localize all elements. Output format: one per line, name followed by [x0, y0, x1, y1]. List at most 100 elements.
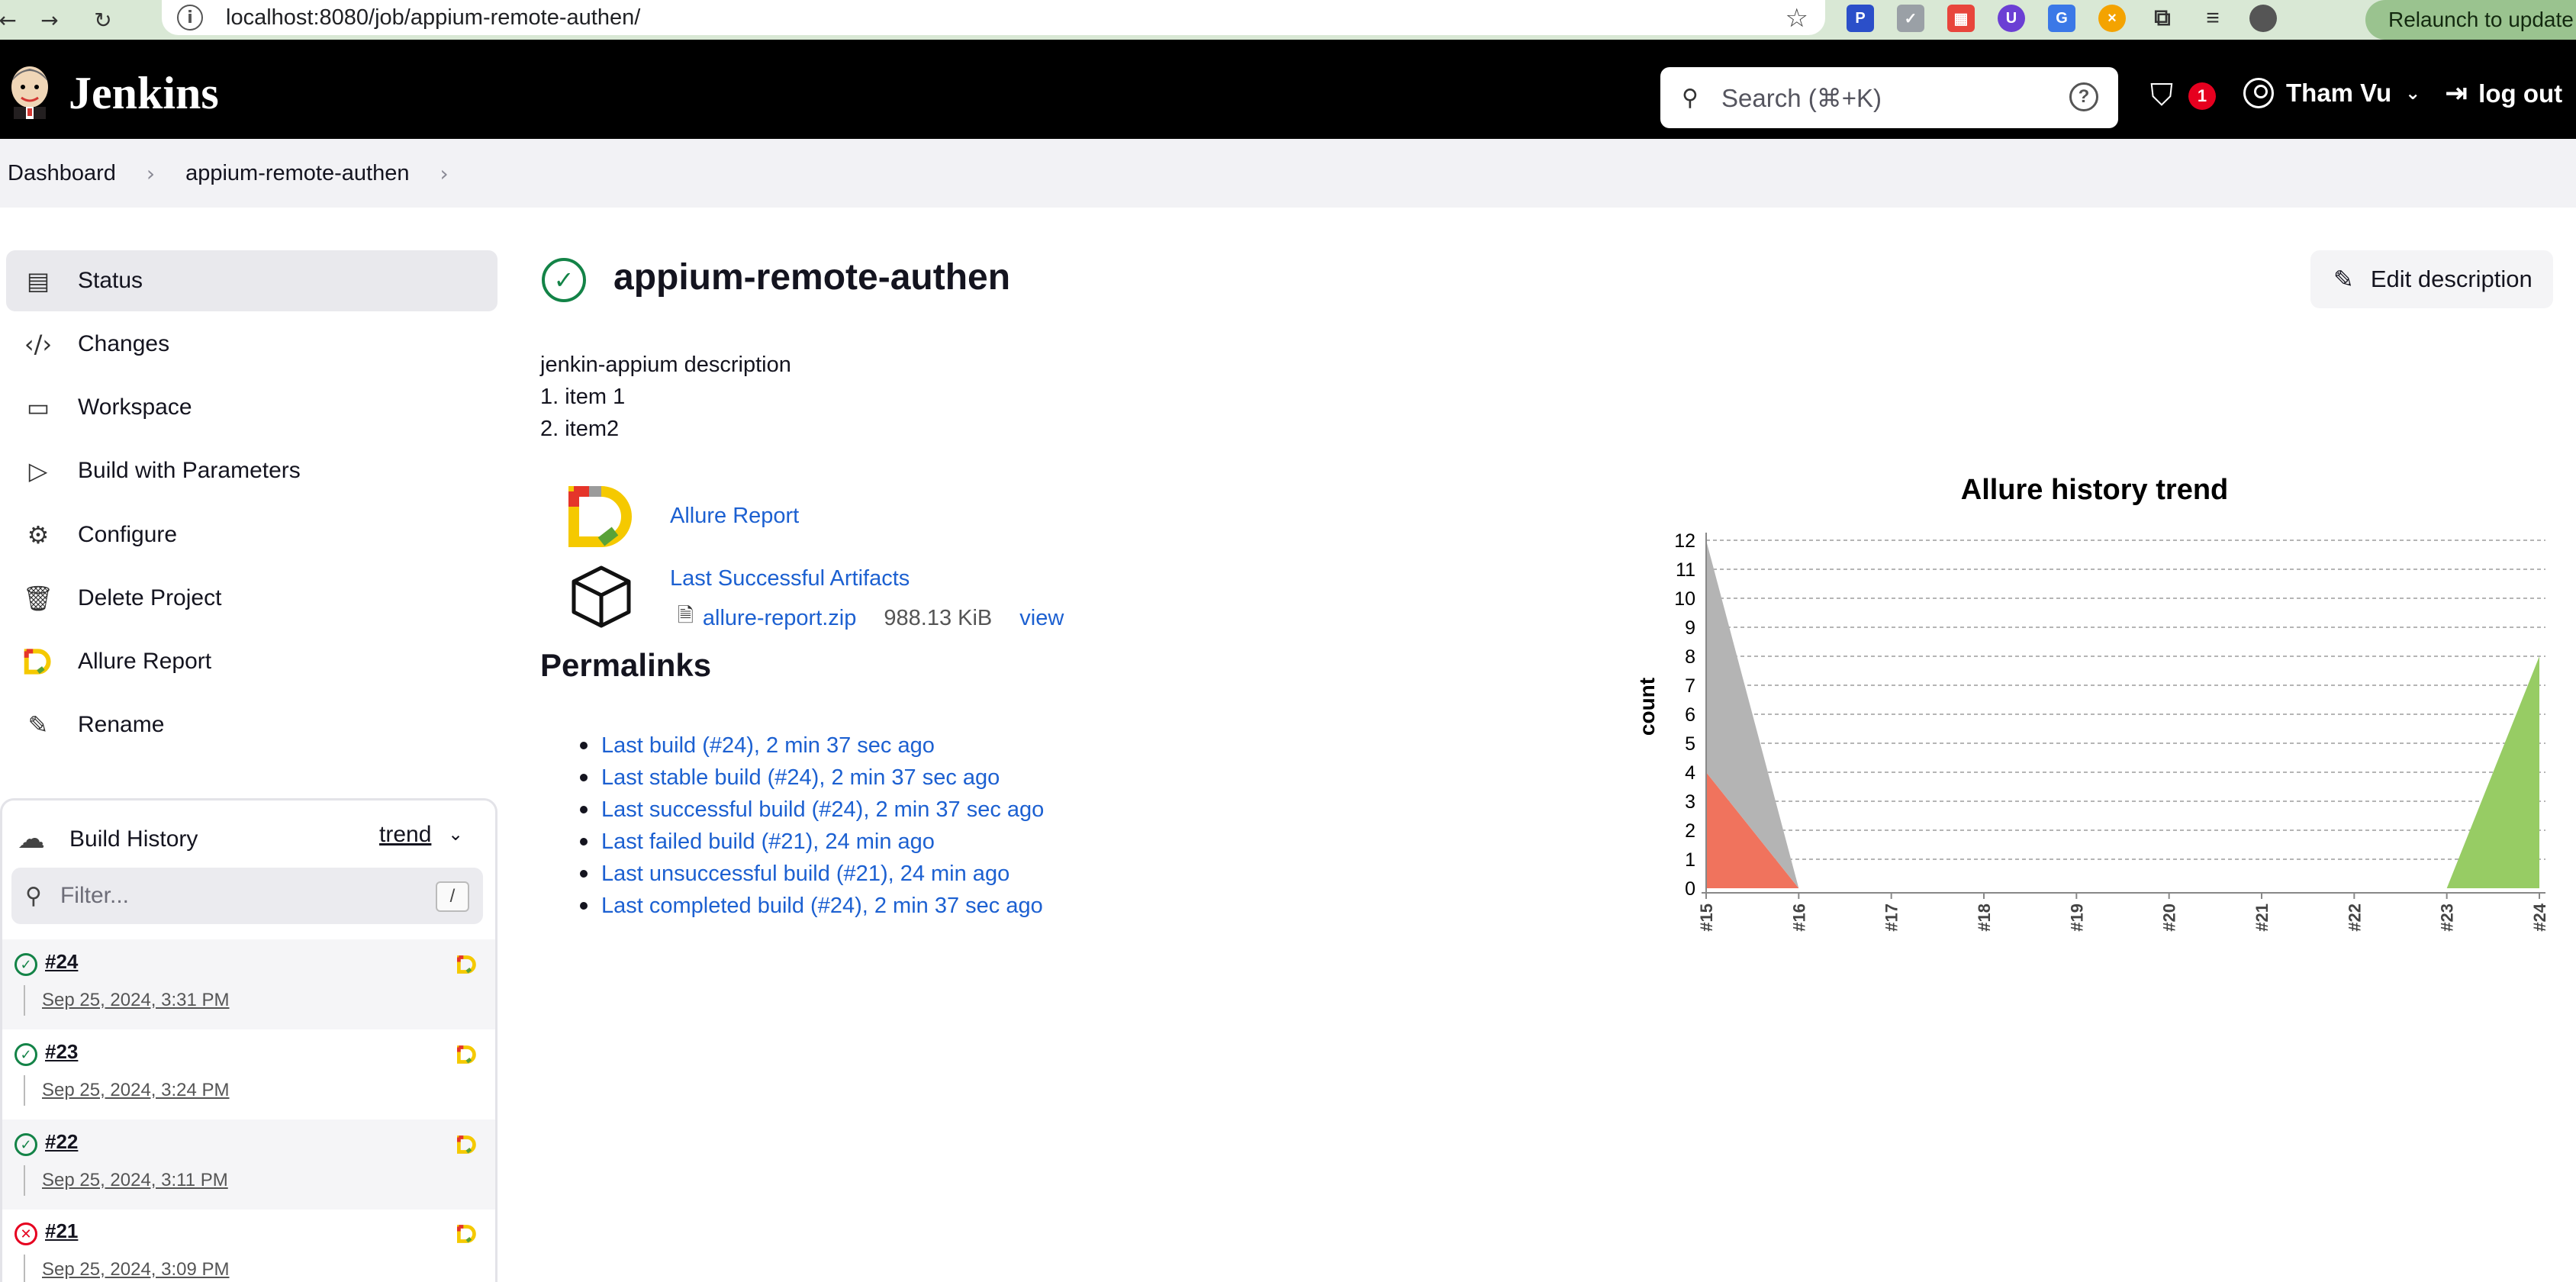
build-date-link[interactable]: Sep 25, 2024, 3:09 PM: [42, 1259, 230, 1280]
reading-list-icon[interactable]: ≡: [2199, 5, 2227, 32]
play-icon: ▷: [28, 456, 48, 485]
user-menu[interactable]: Tham Vu ⌄: [2243, 78, 2420, 108]
sidebar-item-rename[interactable]: ✎ Rename: [6, 694, 497, 755]
edit-description-button[interactable]: ✎ Edit description: [2310, 250, 2553, 308]
permalink-last-build[interactable]: Last build (#24), 2 min 37 sec ago: [601, 733, 935, 759]
extension-icon[interactable]: ×: [2098, 5, 2126, 32]
y-tick-label: 1: [1685, 849, 1695, 871]
allure-icon[interactable]: [457, 955, 477, 974]
sidebar-item-workspace[interactable]: ▭ Workspace: [6, 377, 497, 438]
browser-toolbar: ← → ↻ i localhost:8080/job/appium-remote…: [0, 0, 2576, 40]
sidebar-item-label: Build with Parameters: [78, 458, 301, 483]
build-date-link[interactable]: Sep 25, 2024, 3:24 PM: [42, 1080, 230, 1101]
permalink-last-stable-build[interactable]: Last stable build (#24), 2 min 37 sec ag…: [601, 765, 1000, 791]
y-tick-label: 11: [1676, 559, 1695, 581]
allure-icon[interactable]: [457, 1045, 477, 1065]
job-status-success-icon: ✓: [542, 258, 586, 302]
allure-icon[interactable]: [457, 1135, 477, 1155]
sidebar-item-build-with-parameters[interactable]: ▷ Build with Parameters: [6, 440, 497, 501]
success-check-icon: ✓: [14, 1043, 37, 1066]
help-icon[interactable]: ?: [2069, 82, 2098, 111]
sidebar-item-delete-project[interactable]: 🗑 Delete Project: [6, 568, 497, 629]
timeline-line: [24, 1165, 25, 1196]
extension-icon[interactable]: P: [1847, 5, 1874, 32]
x-tick-label: #20: [2160, 904, 2179, 932]
extension-icon[interactable]: U: [1998, 5, 2025, 32]
search-placeholder[interactable]: Search (⌘+K): [1721, 83, 1882, 113]
timeline-line: [24, 1075, 25, 1106]
jenkins-logo-icon[interactable]: [6, 64, 53, 119]
y-tick-label: 0: [1685, 878, 1695, 900]
chevron-down-icon[interactable]: ⌄: [2405, 82, 2420, 104]
artifact-file-link[interactable]: allure-report.zip: [703, 606, 856, 631]
allure-history-trend-chart[interactable]: Allure history trend count 0123456789101…: [1633, 464, 2564, 937]
failure-x-icon: ✕: [14, 1222, 37, 1245]
breadcrumb-job[interactable]: appium-remote-authen: [185, 161, 409, 186]
last-successful-artifacts-link[interactable]: Last Successful Artifacts: [670, 566, 910, 591]
list-item: Last failed build (#21), 24 min ago: [580, 826, 1044, 858]
url-text[interactable]: localhost:8080/job/appium-remote-authen/: [226, 5, 640, 31]
trend-link[interactable]: trend: [379, 822, 431, 848]
search-box[interactable]: ⚲ Search (⌘+K) ?: [1660, 67, 2118, 128]
build-number-link[interactable]: #24: [45, 950, 78, 974]
build-filter-input[interactable]: ⚲ Filter... /: [11, 868, 483, 924]
filter-placeholder[interactable]: Filter...: [60, 883, 129, 909]
puzzle-icon[interactable]: ⧉: [2149, 5, 2176, 32]
relaunch-button[interactable]: Relaunch to update: [2365, 0, 2576, 40]
y-tick-label: 10: [1674, 588, 1695, 610]
build-history-panel: ☁ Build History trend ⌄ ⚲ Filter... / ✓ …: [0, 798, 497, 1282]
user-icon: [2243, 78, 2274, 108]
breadcrumb-dashboard[interactable]: Dashboard: [8, 161, 116, 186]
build-number-link[interactable]: #23: [45, 1040, 78, 1064]
y-tick-label: 5: [1685, 733, 1695, 755]
back-icon[interactable]: ←: [0, 8, 23, 33]
logout-button[interactable]: ⇥ log out: [2445, 78, 2562, 109]
sidebar-item-configure[interactable]: ⚙ Configure: [6, 504, 497, 565]
search-icon: ⚲: [25, 882, 42, 910]
profile-avatar[interactable]: [2249, 5, 2277, 32]
reload-icon[interactable]: ↻: [76, 8, 130, 33]
build-row[interactable]: ✓ #24 Sep 25, 2024, 3:31 PM: [2, 939, 495, 1029]
bookmark-star-icon[interactable]: ☆: [1785, 3, 1808, 34]
build-number-link[interactable]: #21: [45, 1219, 78, 1243]
artifact-view-link[interactable]: view: [1019, 606, 1064, 631]
sidebar-item-changes[interactable]: ‹/› Changes: [6, 314, 497, 375]
allure-logo-icon[interactable]: [568, 485, 635, 548]
chevron-right-icon: ›: [146, 160, 156, 186]
permalink-last-completed-build[interactable]: Last completed build (#24), 2 min 37 sec…: [601, 894, 1043, 919]
sidebar-item-allure-report[interactable]: Allure Report: [6, 631, 497, 692]
list-item: Last stable build (#24), 2 min 37 sec ag…: [580, 762, 1044, 794]
build-date-link[interactable]: Sep 25, 2024, 3:11 PM: [42, 1170, 228, 1191]
site-info-icon[interactable]: i: [177, 5, 203, 31]
allure-icon[interactable]: [457, 1224, 477, 1244]
build-date-link[interactable]: Sep 25, 2024, 3:31 PM: [42, 990, 230, 1011]
y-tick-label: 2: [1685, 820, 1695, 842]
sidebar-item-status[interactable]: ▤ Status: [6, 250, 497, 311]
build-row[interactable]: ✕ #21 Sep 25, 2024, 3:09 PM: [2, 1209, 495, 1282]
permalink-last-failed-build[interactable]: Last failed build (#21), 24 min ago: [601, 829, 935, 855]
build-number-link[interactable]: #22: [45, 1130, 78, 1154]
permalink-last-successful-build[interactable]: Last successful build (#24), 2 min 37 se…: [601, 797, 1044, 823]
allure-report-link[interactable]: Allure Report: [670, 504, 799, 529]
timeline-line: [24, 985, 25, 1016]
list-item: Last completed build (#24), 2 min 37 sec…: [580, 890, 1044, 922]
app-title[interactable]: Jenkins: [69, 67, 219, 120]
trash-icon: 🗑: [22, 584, 54, 613]
sidebar-item-label: Allure Report: [78, 649, 212, 674]
build-row[interactable]: ✓ #23 Sep 25, 2024, 3:24 PM: [2, 1029, 495, 1119]
chevron-down-icon[interactable]: ⌄: [448, 823, 463, 845]
address-bar[interactable]: i localhost:8080/job/appium-remote-authe…: [162, 0, 1825, 35]
build-row[interactable]: ✓ #22 Sep 25, 2024, 3:11 PM: [2, 1119, 495, 1210]
extension-icon[interactable]: ▦: [1947, 5, 1975, 32]
pencil-icon: ✎: [2333, 265, 2354, 294]
extension-icon[interactable]: ✓: [1897, 5, 1924, 32]
forward-icon[interactable]: →: [23, 8, 76, 33]
permalink-last-unsuccessful-build[interactable]: Last unsuccessful build (#21), 24 min ag…: [601, 862, 1009, 887]
security-alert-badge[interactable]: 1: [2188, 82, 2216, 110]
sidebar-item-label: Configure: [78, 522, 178, 547]
security-shield-icon[interactable]: ⛉: [2150, 78, 2173, 113]
logout-icon: ⇥: [2445, 78, 2468, 109]
folder-icon: ▭: [26, 393, 50, 422]
translate-extension-icon[interactable]: G: [2048, 5, 2075, 32]
chevron-right-icon[interactable]: ›: [440, 161, 448, 186]
